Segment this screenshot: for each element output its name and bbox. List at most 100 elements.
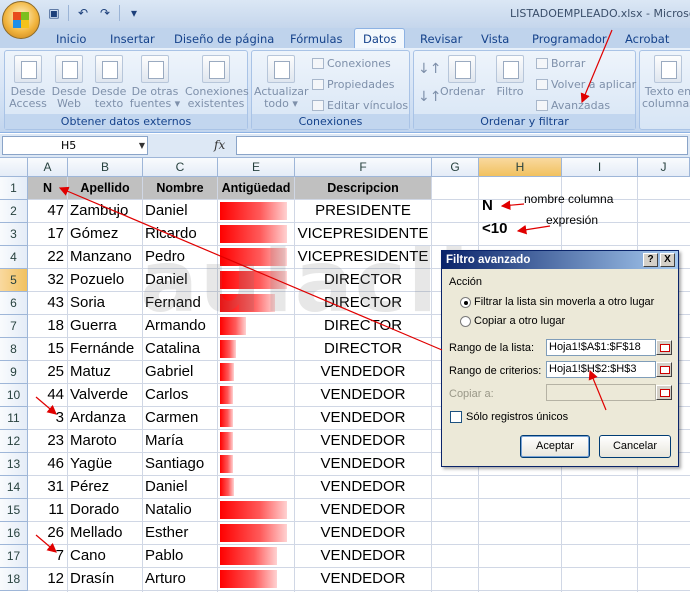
cell-n[interactable]: 47 [28, 200, 67, 222]
cell-n[interactable]: 18 [28, 315, 67, 337]
header-cell-desc[interactable]: Descripcion [295, 177, 431, 199]
cell-descripcion[interactable]: DIRECTOR [295, 292, 431, 314]
cancel-button[interactable]: Cancelar [599, 435, 671, 458]
tab-datos[interactable]: Datos [354, 28, 406, 48]
cell-n[interactable]: 44 [28, 384, 67, 406]
office-button[interactable] [2, 1, 40, 39]
cell-nombre[interactable]: Esther [143, 522, 217, 544]
close-icon[interactable]: X [660, 253, 675, 267]
cell-n[interactable]: 17 [28, 223, 67, 245]
cell-n[interactable]: 32 [28, 269, 67, 291]
row-header-9[interactable]: 9 [0, 361, 28, 384]
cell-apellido[interactable]: Maroto [68, 430, 142, 452]
cell-nombre[interactable]: Pedro [143, 246, 217, 268]
chevron-down-icon[interactable]: ▼ [139, 137, 145, 154]
cell-descripcion[interactable]: DIRECTOR [295, 338, 431, 360]
row-header-2[interactable]: 2 [0, 200, 28, 223]
header-cell-antig[interactable]: Antigüedad [218, 177, 294, 199]
cell-nombre[interactable]: Arturo [143, 568, 217, 590]
row-header-4[interactable]: 4 [0, 246, 28, 269]
cell-nombre[interactable]: Carmen [143, 407, 217, 429]
advanced-filter-button[interactable]: Avanzadas [536, 98, 610, 114]
cell-apellido[interactable]: Manzano [68, 246, 142, 268]
cell-descripcion[interactable]: VICEPRESIDENTE [295, 223, 431, 245]
row-header-1[interactable]: 1 [0, 177, 28, 200]
row-header-11[interactable]: 11 [0, 407, 28, 430]
cell-nombre[interactable]: Gabriel [143, 361, 217, 383]
row-header-3[interactable]: 3 [0, 223, 28, 246]
cell-n[interactable]: 3 [28, 407, 67, 429]
cell-nombre[interactable]: Pablo [143, 545, 217, 567]
column-header-c[interactable]: C [143, 158, 218, 177]
row-header-5[interactable]: 5 [0, 269, 28, 292]
cell-apellido[interactable]: Fernánde [68, 338, 142, 360]
cell-n[interactable]: 46 [28, 453, 67, 475]
cell-apellido[interactable]: Gómez [68, 223, 142, 245]
insert-function-icon[interactable]: fx [214, 138, 225, 152]
cell-nombre[interactable]: Daniel [143, 200, 217, 222]
sort-button[interactable]: Ordenar [440, 55, 485, 98]
row-header-7[interactable]: 7 [0, 315, 28, 338]
cell-apellido[interactable]: Pozuelo [68, 269, 142, 291]
cell-nombre[interactable]: Ricardo [143, 223, 217, 245]
text-to-columns-button[interactable]: Texto en columnas [642, 55, 690, 110]
cell-descripcion[interactable]: VENDEDOR [295, 407, 431, 429]
column-header-j[interactable]: J [638, 158, 690, 177]
header-cell-n[interactable]: N [28, 177, 67, 199]
cell-nombre[interactable]: Armando [143, 315, 217, 337]
row-header-13[interactable]: 13 [0, 453, 28, 476]
tab-formulas[interactable]: Fórmulas [290, 30, 343, 48]
properties-button[interactable]: Propiedades [312, 77, 394, 93]
cell-descripcion[interactable]: DIRECTOR [295, 269, 431, 291]
cell-descripcion[interactable]: VENDEDOR [295, 384, 431, 406]
cell-apellido[interactable]: Yagüe [68, 453, 142, 475]
cell-n[interactable]: 43 [28, 292, 67, 314]
cell-n[interactable]: 26 [28, 522, 67, 544]
save-icon[interactable]: ▣ [46, 5, 62, 21]
column-header-e[interactable]: E [218, 158, 295, 177]
cell-nombre[interactable]: María [143, 430, 217, 452]
unique-records-label[interactable]: Sólo registros únicos [466, 411, 568, 423]
connections-button[interactable]: Conexiones [312, 56, 391, 72]
criteria-header-cell[interactable]: N [482, 197, 493, 214]
row-header-16[interactable]: 16 [0, 522, 28, 545]
cell-descripcion[interactable]: VENDEDOR [295, 476, 431, 498]
cell-descripcion[interactable]: VENDEDOR [295, 545, 431, 567]
tab-programador[interactable]: Programador [532, 30, 607, 48]
unique-records-checkbox[interactable] [450, 411, 462, 423]
cell-n[interactable]: 22 [28, 246, 67, 268]
sort-az-icon[interactable]: ↓↑ [418, 61, 441, 77]
tab-insertar[interactable]: Insertar [110, 30, 155, 48]
cell-n[interactable]: 11 [28, 499, 67, 521]
header-cell-nombre[interactable]: Nombre [143, 177, 217, 199]
customize-qat-icon[interactable]: ▾ [126, 5, 142, 21]
cell-descripcion[interactable]: VENDEDOR [295, 568, 431, 590]
from-web-button[interactable]: Desde Web [49, 55, 89, 110]
list-range-input[interactable]: Hoja1!$A$1:$F$18 [546, 339, 656, 356]
cell-apellido[interactable]: Matuz [68, 361, 142, 383]
radio-filter-label[interactable]: Filtrar la lista sin moverla a otro luga… [474, 296, 654, 308]
cell-descripcion[interactable]: VENDEDOR [295, 361, 431, 383]
cell-apellido[interactable]: Drasín [68, 568, 142, 590]
cell-apellido[interactable]: Dorado [68, 499, 142, 521]
column-header-a[interactable]: A [28, 158, 68, 177]
cell-descripcion[interactable]: DIRECTOR [295, 315, 431, 337]
reapply-button[interactable]: Volver a aplicar [536, 77, 636, 93]
collapse-dialog-icon[interactable] [656, 362, 672, 377]
cell-apellido[interactable]: Cano [68, 545, 142, 567]
cell-descripcion[interactable]: PRESIDENTE [295, 200, 431, 222]
cell-n[interactable]: 7 [28, 545, 67, 567]
column-header-g[interactable]: G [432, 158, 479, 177]
header-cell-apellido[interactable]: Apellido [68, 177, 142, 199]
cell-descripcion[interactable]: VENDEDOR [295, 453, 431, 475]
cell-apellido[interactable]: Ardanza [68, 407, 142, 429]
cell-nombre[interactable]: Santiago [143, 453, 217, 475]
other-sources-button[interactable]: De otras fuentes ▾ [129, 55, 181, 110]
radio-copy-label[interactable]: Copiar a otro lugar [474, 315, 565, 327]
column-header-h[interactable]: H [479, 158, 562, 177]
cell-nombre[interactable]: Daniel [143, 476, 217, 498]
cell-nombre[interactable]: Carlos [143, 384, 217, 406]
edit-links-button[interactable]: Editar vínculos [312, 98, 408, 114]
existing-connections-button[interactable]: Conexiones existentes [185, 55, 249, 110]
cell-n[interactable]: 23 [28, 430, 67, 452]
